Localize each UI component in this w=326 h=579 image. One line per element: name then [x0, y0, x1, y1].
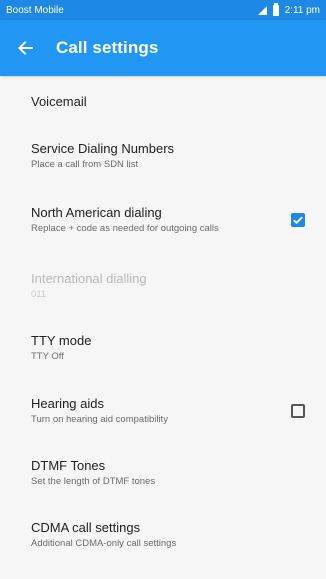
- signal-icon: [257, 5, 267, 15]
- app-toolbar: Call settings: [0, 20, 326, 76]
- setting-title: Service Dialing Numbers: [31, 140, 175, 156]
- setting-subtitle: Turn on hearing aid compatibility: [31, 413, 168, 425]
- setting-voicemail[interactable]: Voicemail: [0, 76, 326, 126]
- clock: 2:11 pm: [284, 4, 320, 16]
- battery-icon: [272, 2, 279, 16]
- setting-title: DTMF Tones: [31, 458, 106, 473]
- setting-subtitle: Replace + code as needed for outgoing ca…: [31, 223, 219, 234]
- carrier-label: Boost Mobile: [6, 4, 64, 16]
- setting-title: Hearing aids: [31, 395, 104, 411]
- setting-dtmf-tones[interactable]: DTMF Tones Set the length of DTMF tones: [0, 442, 326, 504]
- setting-subtitle: Set the length of DTMF tones: [31, 476, 156, 487]
- page-title: Call settings: [56, 38, 159, 57]
- setting-subtitle: Additional CDMA-only call settings: [31, 538, 177, 549]
- setting-title: International dialling: [31, 271, 147, 286]
- setting-hearing-aids[interactable]: Hearing aids Turn on hearing aid compati…: [0, 379, 326, 442]
- setting-service-dialing-numbers[interactable]: Service Dialing Numbers Place a call fro…: [0, 126, 326, 185]
- status-bar: Boost Mobile 2:11 pm: [0, 0, 326, 20]
- setting-subtitle: TTY Off: [31, 351, 64, 362]
- setting-international-dialling: International dialling 011: [0, 255, 326, 317]
- screen: Boost Mobile 2:11 pm Call settings Voice…: [0, 0, 326, 579]
- setting-subtitle: Place a call from SDN list: [31, 158, 139, 170]
- checkbox-unchecked-icon[interactable]: [291, 403, 305, 418]
- checkbox-checked-icon[interactable]: [291, 213, 305, 227]
- setting-tty-mode[interactable]: TTY mode TTY Off: [0, 317, 326, 379]
- setting-title: TTY mode: [31, 333, 92, 348]
- settings-list: Voicemail Service Dialing Numbers Place …: [0, 76, 326, 566]
- setting-title: Voicemail: [31, 94, 87, 109]
- setting-title: CDMA call settings: [31, 520, 141, 535]
- setting-title: North American dialing: [31, 205, 162, 220]
- setting-north-american-dialing[interactable]: North American dialing Replace + code as…: [0, 185, 326, 255]
- setting-subtitle: 011: [31, 289, 47, 300]
- arrow-left-icon[interactable]: [14, 36, 38, 60]
- setting-cdma-call-settings[interactable]: CDMA call settings Additional CDMA-only …: [0, 504, 326, 566]
- status-icons: 2:11 pm: [257, 2, 320, 16]
